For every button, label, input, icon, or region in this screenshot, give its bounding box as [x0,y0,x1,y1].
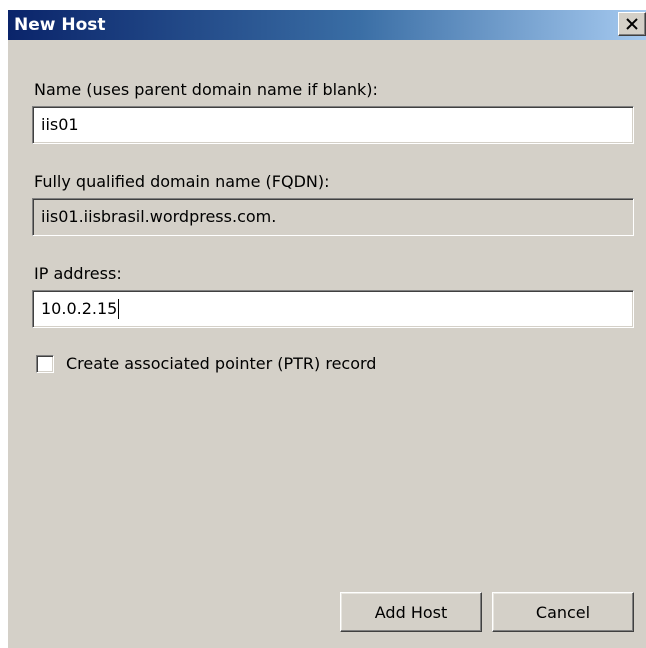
name-input-value: iis01 [41,115,79,134]
name-input[interactable]: iis01 [32,106,634,144]
fqdn-value: iis01.iisbrasil.wordpress.com. [41,207,277,226]
close-icon [625,18,639,30]
ptr-record-label[interactable]: Create associated pointer (PTR) record [66,354,376,374]
ip-address-input[interactable]: 10.0.2.15 [32,290,634,328]
dialog-title: New Host [14,15,106,35]
ptr-record-checkbox[interactable] [36,355,54,373]
fqdn-field: iis01.iisbrasil.wordpress.com. [32,198,634,236]
new-host-dialog: New Host Name (uses parent domain name i… [8,10,646,648]
ip-address-label: IP address: [34,264,122,283]
cancel-button[interactable]: Cancel [492,592,634,632]
add-host-button[interactable]: Add Host [340,592,482,632]
text-caret [118,299,120,319]
fqdn-label: Fully qualified domain name (FQDN): [34,172,330,191]
title-bar[interactable]: New Host [8,10,646,40]
close-button[interactable] [618,12,646,36]
ip-address-value: 10.0.2.15 [41,299,120,319]
name-label: Name (uses parent domain name if blank): [34,80,378,99]
